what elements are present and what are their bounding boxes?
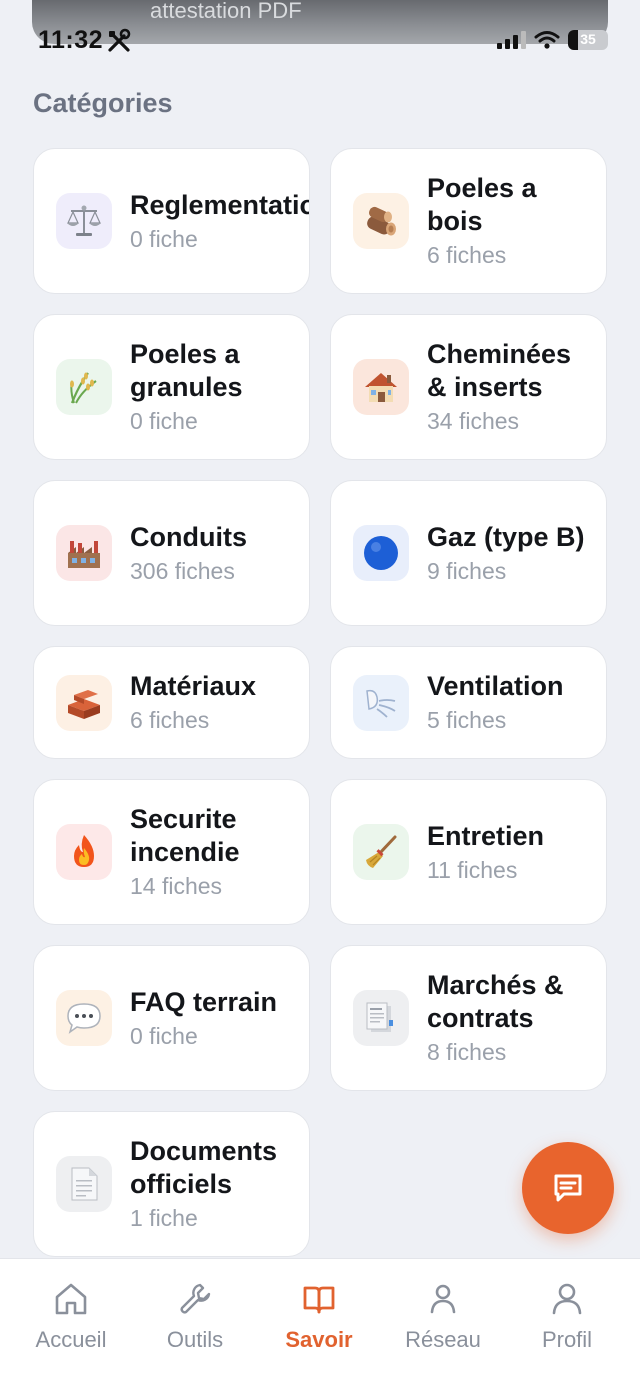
nav-item-savoir[interactable]: Savoir [257, 1259, 381, 1385]
category-count: 34 fiches [427, 408, 520, 434]
category-count: 0 fiche [130, 225, 198, 252]
category-card-gaz[interactable]: Gaz (type B) 9 fiches [330, 480, 607, 626]
category-name: Documents officiels [130, 1136, 278, 1199]
document-icon [56, 1156, 112, 1212]
category-name: Poeles a bois [427, 173, 537, 236]
book-icon [303, 1286, 335, 1314]
category-count: 6 fiches [427, 242, 507, 268]
status-bar: 11:32 35 [0, 22, 640, 62]
category-count: 306 fiches [130, 557, 235, 584]
category-card-conduits[interactable]: Conduits 306 fiches [33, 480, 310, 626]
banner-text: attestation PDF [150, 0, 302, 23]
category-name: Securite incendie [130, 804, 240, 867]
category-name: Entretien [427, 820, 545, 851]
scales-icon [56, 193, 112, 249]
category-card-securite-incendie[interactable]: Securite incendie 14 fiches [33, 779, 310, 925]
chat-icon [554, 1174, 582, 1202]
nav-label: Outils [166, 1327, 224, 1352]
category-name: Poeles a granules [130, 339, 243, 402]
nav-item-reseau[interactable]: Réseau [381, 1259, 505, 1385]
category-count: 5 fiches [427, 707, 507, 733]
category-name: Reglementatio [130, 189, 310, 220]
chat-fab-button[interactable] [522, 1142, 614, 1234]
document-stack-icon [353, 990, 409, 1046]
category-count: 1 fiche [130, 1205, 198, 1231]
signal-icon [497, 31, 526, 49]
speech-bubble-icon [56, 990, 112, 1046]
tools-icon [108, 28, 131, 52]
category-card-ventilation[interactable]: Ventilation 5 fiches [330, 646, 607, 759]
nav-item-profil[interactable]: Profil [505, 1259, 629, 1385]
nav-label: Accueil [35, 1327, 107, 1352]
category-card-entretien[interactable]: Entretien 11 fiches [330, 779, 607, 925]
category-count: 0 fiche [130, 1022, 198, 1049]
wrench-icon [180, 1283, 211, 1314]
broom-icon [353, 824, 409, 880]
category-name: Cheminées & inserts [427, 339, 572, 402]
categories-grid: Reglementatio 0 fiche Poeles a bois 6 fi… [33, 148, 607, 1257]
category-card-poeles-bois[interactable]: Poeles a bois 6 fiches [330, 148, 607, 294]
nav-item-accueil[interactable]: Accueil [9, 1259, 133, 1385]
factory-icon [56, 525, 112, 581]
category-card-reglementation[interactable]: Reglementatio 0 fiche [33, 148, 310, 294]
app-screen: attestation PDF 11:32 35 Catégories Regl… [0, 0, 640, 1385]
category-count: 8 fiches [427, 1039, 507, 1065]
profile-icon [552, 1283, 582, 1315]
battery-icon: 35 [568, 30, 608, 50]
category-name: Ventilation [427, 671, 564, 701]
category-card-materiaux[interactable]: Matériaux 6 fiches [33, 646, 310, 759]
wood-log-icon [353, 193, 409, 249]
category-card-cheminees[interactable]: Cheminées & inserts 34 fiches [330, 314, 607, 460]
category-card-documents-officiels[interactable]: Documents officiels 1 fiche [33, 1111, 310, 1257]
category-count: 11 fiches [427, 856, 518, 883]
fire-icon [56, 824, 112, 880]
wifi-icon [534, 31, 560, 49]
rice-stalk-icon [56, 359, 112, 415]
battery-level: 35 [580, 31, 596, 47]
wind-face-icon [353, 674, 409, 731]
category-name: FAQ terrain [130, 986, 278, 1017]
bricks-icon [56, 674, 112, 731]
category-name: Marchés & contrats [427, 970, 564, 1033]
status-time: 11:32 [38, 26, 104, 54]
nav-label: Réseau [405, 1327, 481, 1352]
home-icon [55, 1283, 87, 1315]
category-card-faq-terrain[interactable]: FAQ terrain 0 fiche [33, 945, 310, 1091]
bottom-nav: Accueil Outils Savoir Réseau Profil [0, 1258, 640, 1385]
category-name: Gaz (type B) [427, 521, 585, 552]
category-name: Conduits [130, 521, 247, 552]
blue-circle-icon [353, 525, 409, 581]
house-icon [353, 359, 409, 415]
network-person-icon [430, 1284, 456, 1314]
category-count: 9 fiches [427, 557, 507, 584]
category-count: 14 fiches [130, 873, 223, 899]
category-card-marches-contrats[interactable]: Marchés & contrats 8 fiches [330, 945, 607, 1091]
category-name: Matériaux [130, 671, 257, 701]
category-card-poeles-granules[interactable]: Poeles a granules 0 fiche [33, 314, 310, 460]
nav-label: Savoir [285, 1327, 353, 1352]
nav-label: Profil [541, 1327, 593, 1352]
category-count: 6 fiches [130, 707, 210, 733]
section-title: Catégories [33, 88, 173, 118]
nav-item-outils[interactable]: Outils [133, 1259, 257, 1385]
category-count: 0 fiche [130, 408, 198, 434]
